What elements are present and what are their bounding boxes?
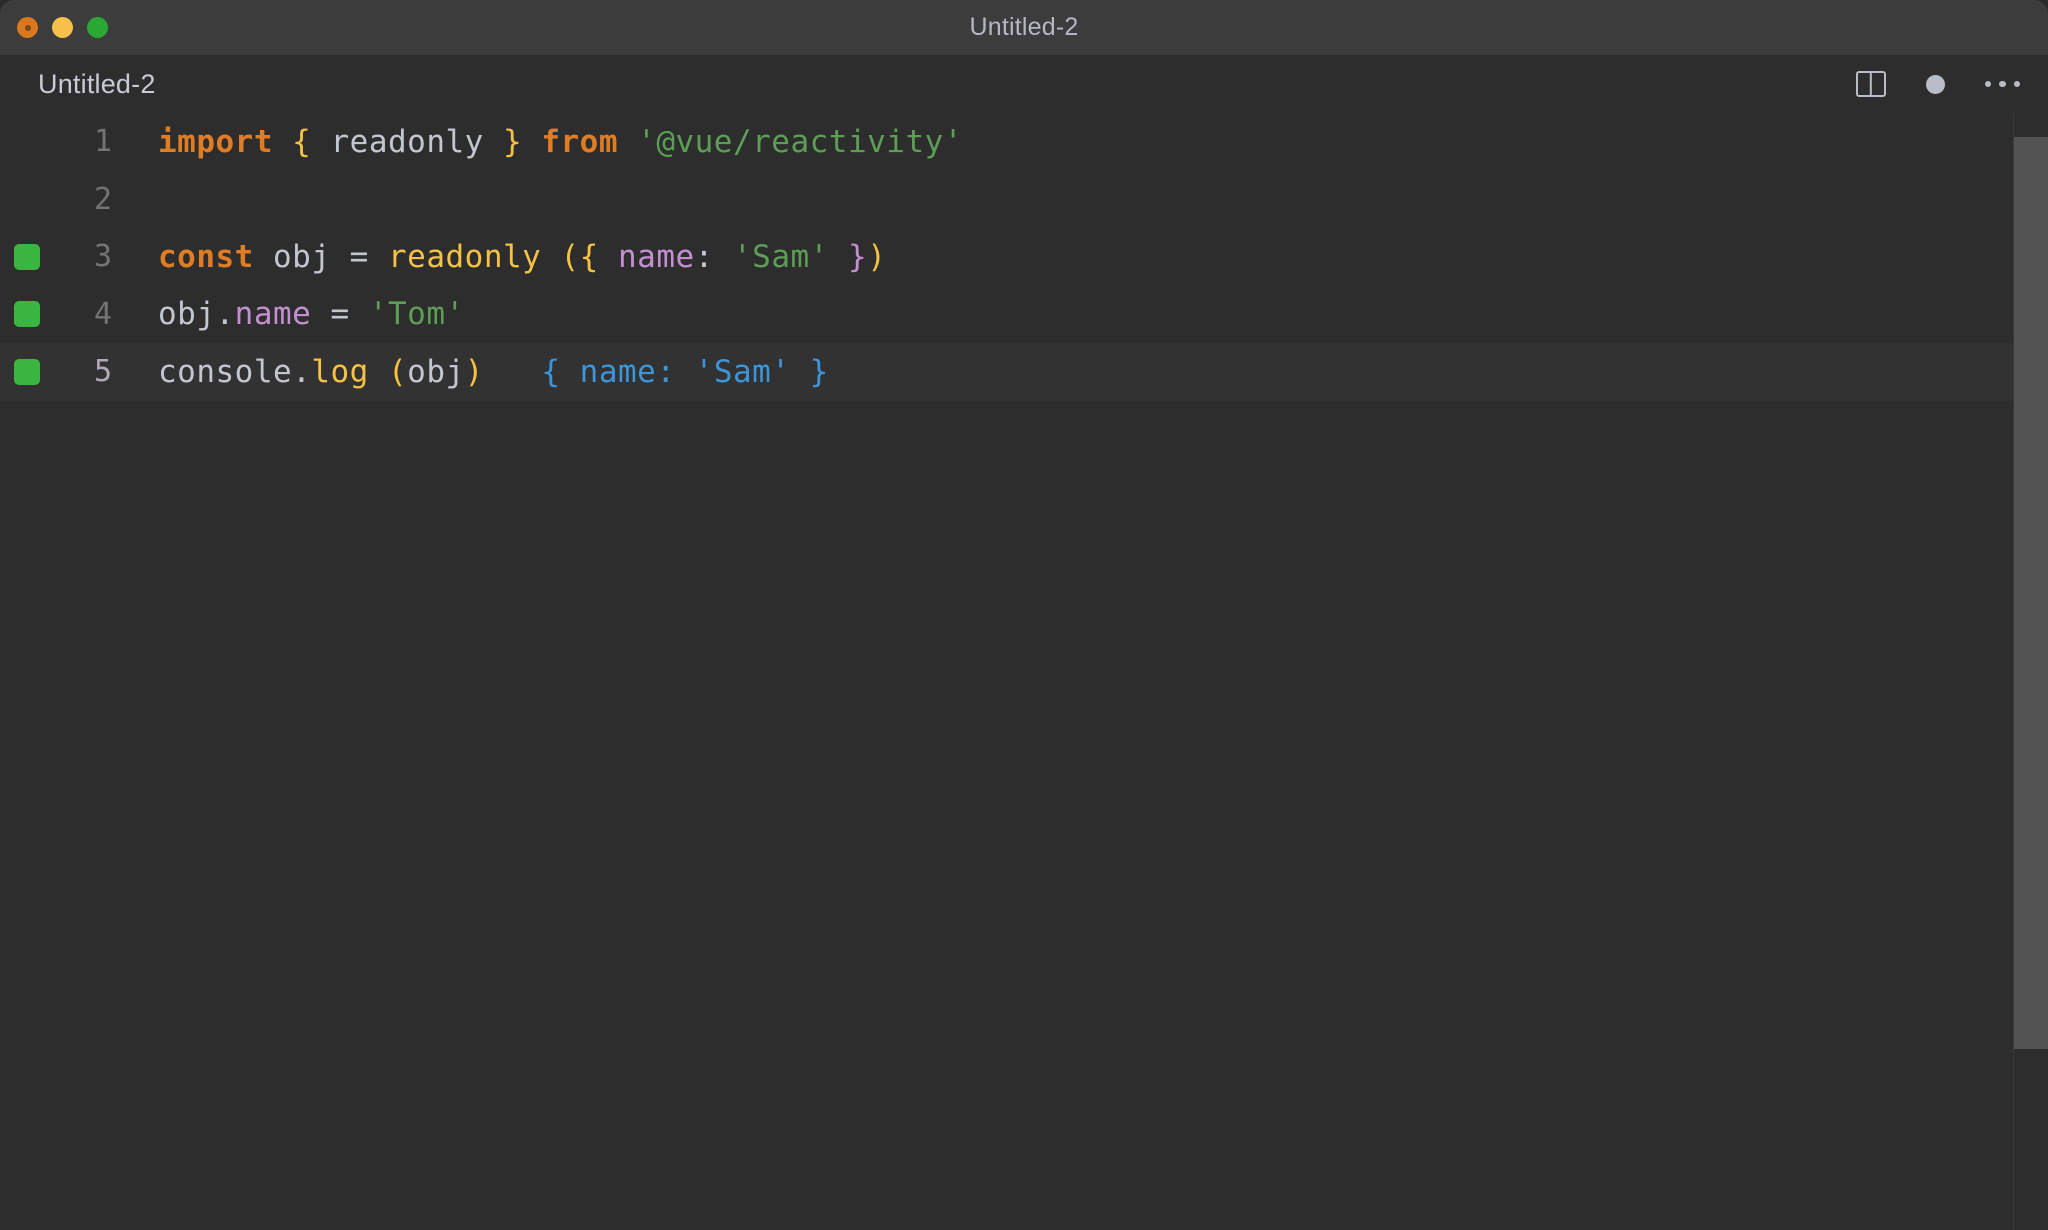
vertical-scrollbar[interactable] bbox=[2014, 113, 2048, 1230]
gutter-marker-icon[interactable] bbox=[14, 243, 40, 270]
code-token: obj bbox=[273, 238, 331, 275]
tab-bar: Untitled-2 bbox=[0, 55, 2048, 113]
code-token: readonly bbox=[330, 123, 484, 160]
code-token: import bbox=[158, 123, 273, 160]
gutter-marker-icon[interactable] bbox=[14, 358, 40, 385]
code-editor[interactable]: 1 import { readonly } from '@vue/reactivi… bbox=[0, 113, 2048, 1230]
code-token: name bbox=[618, 238, 695, 275]
title-bar: Untitled-2 bbox=[0, 0, 2048, 55]
code-token: '@vue/reactivity' bbox=[637, 123, 963, 160]
code-token: ) bbox=[464, 353, 484, 390]
code-token: { bbox=[579, 238, 599, 275]
close-window-button[interactable] bbox=[17, 17, 38, 38]
code-token: { name: 'Sam' } bbox=[541, 353, 829, 390]
scrollbar-thumb[interactable] bbox=[2014, 137, 2048, 1049]
code-token: = bbox=[330, 296, 350, 333]
more-dot bbox=[2013, 80, 2020, 88]
code-text: console.log (obj) { name: 'Sam' } bbox=[158, 354, 829, 390]
unsaved-dot-icon[interactable] bbox=[1925, 74, 1945, 94]
code-token: } bbox=[848, 238, 868, 275]
window-title: Untitled-2 bbox=[969, 13, 1079, 41]
code-token: readonly bbox=[388, 238, 542, 275]
code-token: obj bbox=[407, 353, 465, 390]
code-token: . bbox=[215, 296, 235, 333]
code-text: import { readonly } from '@vue/reactivit… bbox=[158, 124, 963, 160]
code-line[interactable]: 3 const obj = readonly ({ name: 'Sam' }) bbox=[0, 228, 2048, 286]
code-token: : bbox=[694, 238, 714, 275]
code-token: obj bbox=[158, 296, 216, 333]
code-token: from bbox=[541, 123, 618, 160]
code-line[interactable]: 5 console.log (obj) { name: 'Sam' } bbox=[0, 343, 2048, 401]
editor-window: Untitled-2 Untitled-2 1 import { readonly… bbox=[0, 0, 2048, 1230]
gutter-marker-icon[interactable] bbox=[14, 301, 40, 328]
code-token: ( bbox=[560, 238, 580, 275]
code-token: log bbox=[311, 353, 369, 390]
code-line[interactable]: 4 obj.name = 'Tom' bbox=[0, 286, 2048, 344]
tab-untitled-2[interactable]: Untitled-2 bbox=[38, 69, 156, 100]
split-editor-icon[interactable] bbox=[1855, 71, 1886, 97]
maximize-window-button[interactable] bbox=[87, 17, 108, 38]
code-line[interactable]: 1 import { readonly } from '@vue/reactivi… bbox=[0, 113, 2048, 171]
code-token: 'Tom' bbox=[368, 296, 465, 333]
line-number: 2 bbox=[93, 181, 112, 217]
editor-actions bbox=[1855, 55, 2020, 113]
more-dot bbox=[1999, 80, 2006, 88]
line-number: 1 bbox=[93, 124, 112, 160]
code-token: name bbox=[234, 296, 312, 333]
code-token: const bbox=[158, 238, 254, 275]
code-token: . bbox=[292, 353, 312, 390]
code-line[interactable]: 2 bbox=[0, 171, 2048, 229]
window-controls bbox=[17, 0, 108, 55]
code-token: 'Sam' bbox=[733, 238, 829, 275]
code-lines: 1 import { readonly } from '@vue/reactivi… bbox=[0, 113, 2048, 401]
code-text: obj.name = 'Tom' bbox=[158, 296, 465, 332]
code-token: console bbox=[158, 353, 293, 390]
code-token: { bbox=[292, 123, 312, 160]
code-token: ( bbox=[388, 353, 408, 390]
code-token: = bbox=[349, 238, 369, 275]
more-dot bbox=[1984, 80, 1991, 88]
code-token: ) bbox=[867, 238, 887, 275]
code-text: const obj = readonly ({ name: 'Sam' }) bbox=[158, 239, 886, 275]
minimize-window-button[interactable] bbox=[52, 17, 73, 38]
code-token: } bbox=[502, 123, 523, 160]
more-actions-icon[interactable] bbox=[1984, 80, 2020, 88]
